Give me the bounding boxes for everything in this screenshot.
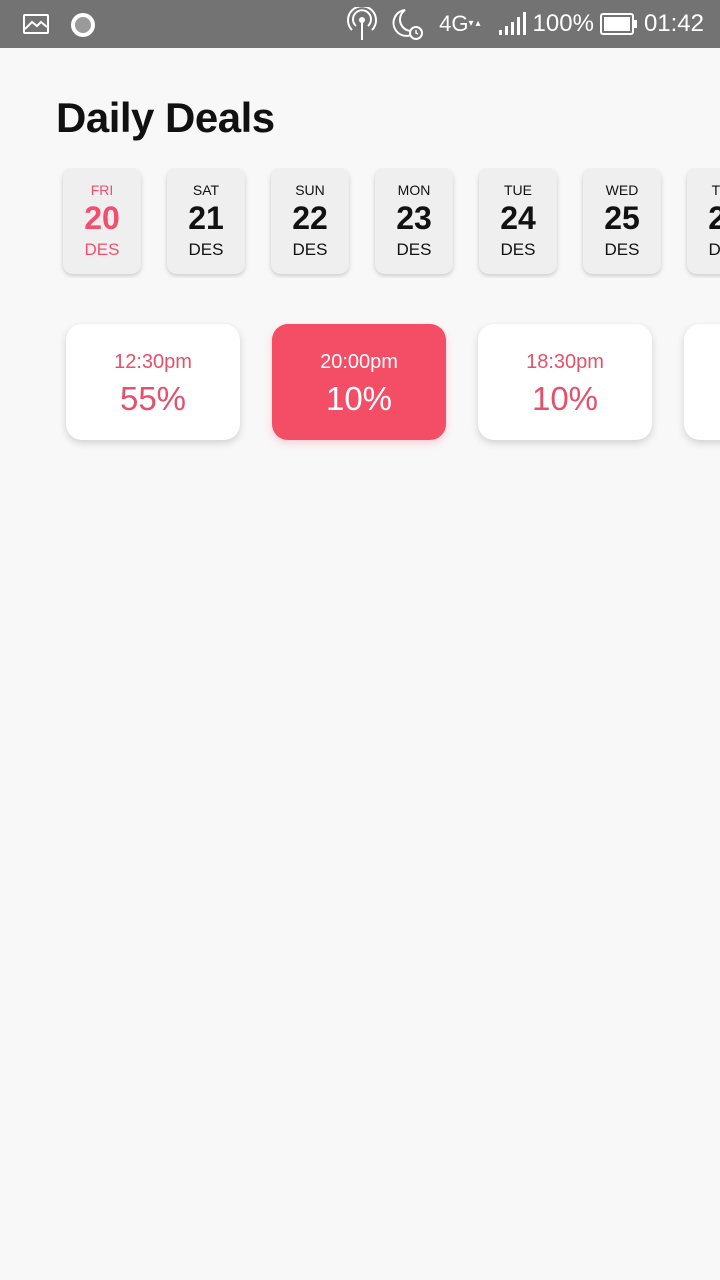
deal-discount: 55% <box>119 380 187 417</box>
date-card-fri[interactable]: FRI 20 DES <box>63 168 141 274</box>
network-label: 4G <box>439 11 469 36</box>
date-month: DES <box>84 240 120 259</box>
signal-icon <box>497 11 527 37</box>
deal-time: 18:30pm <box>526 351 604 373</box>
date-card-sun[interactable]: SUN 22 DES <box>271 168 349 274</box>
battery-percent: 100% <box>532 10 594 37</box>
deal-list[interactable]: 12:30pm 55% 20:00pm 10% 18:30pm 10% <box>0 322 720 452</box>
date-month: DES <box>708 240 720 259</box>
date-day: 23 <box>396 200 432 236</box>
date-month: DES <box>292 240 328 259</box>
date-month: DES <box>188 240 224 259</box>
date-card-thu[interactable]: THU 26 DES <box>687 168 720 274</box>
gallery-icon <box>22 12 50 41</box>
deal-time: 12:30pm <box>114 351 192 373</box>
date-month: DES <box>396 240 432 259</box>
date-day: 20 <box>84 200 120 236</box>
date-weekday: SAT <box>192 182 220 198</box>
date-weekday: FRI <box>90 182 114 198</box>
date-card-wed[interactable]: WED 25 DES <box>583 168 661 274</box>
deal-time: 20:00pm <box>320 351 398 373</box>
battery-icon <box>599 12 638 36</box>
clock: 01:42 <box>643 10 704 37</box>
date-month: DES <box>604 240 640 259</box>
date-card-tue[interactable]: TUE 24 DES <box>479 168 557 274</box>
date-weekday: MON <box>397 182 431 198</box>
date-month: DES <box>500 240 536 259</box>
date-card-mon[interactable]: MON 23 DES <box>375 168 453 274</box>
date-selector[interactable]: FRI 20 DES SAT 21 DES SUN 22 DES MON 23 … <box>0 168 720 278</box>
night-alarm-icon <box>391 7 425 41</box>
data-arrows-icon: ▾▴ <box>468 18 483 29</box>
date-day: 26 <box>708 200 720 236</box>
status-bar: 4G ▾▴ 100% 01:42 <box>0 0 720 48</box>
date-weekday: TUE <box>504 182 532 198</box>
date-weekday: THU <box>711 182 720 198</box>
date-card-sat[interactable]: SAT 21 DES <box>167 168 245 274</box>
date-weekday: WED <box>605 182 639 198</box>
deal-card[interactable]: 20:00pm 10% <box>272 324 446 440</box>
date-day: 24 <box>500 200 536 236</box>
deal-discount: 10% <box>325 380 393 417</box>
date-day: 25 <box>604 200 640 236</box>
network-type: 4G ▾▴ <box>439 11 483 36</box>
date-weekday: SUN <box>295 182 325 198</box>
record-icon <box>68 12 98 43</box>
deal-card[interactable] <box>684 324 720 440</box>
deal-card[interactable]: 18:30pm 10% <box>478 324 652 440</box>
hotspot-icon <box>347 7 378 41</box>
page-title: Daily Deals <box>56 94 275 141</box>
date-day: 21 <box>188 200 224 236</box>
deal-discount: 10% <box>531 380 599 417</box>
deal-card[interactable]: 12:30pm 55% <box>66 324 240 440</box>
date-day: 22 <box>292 200 328 236</box>
